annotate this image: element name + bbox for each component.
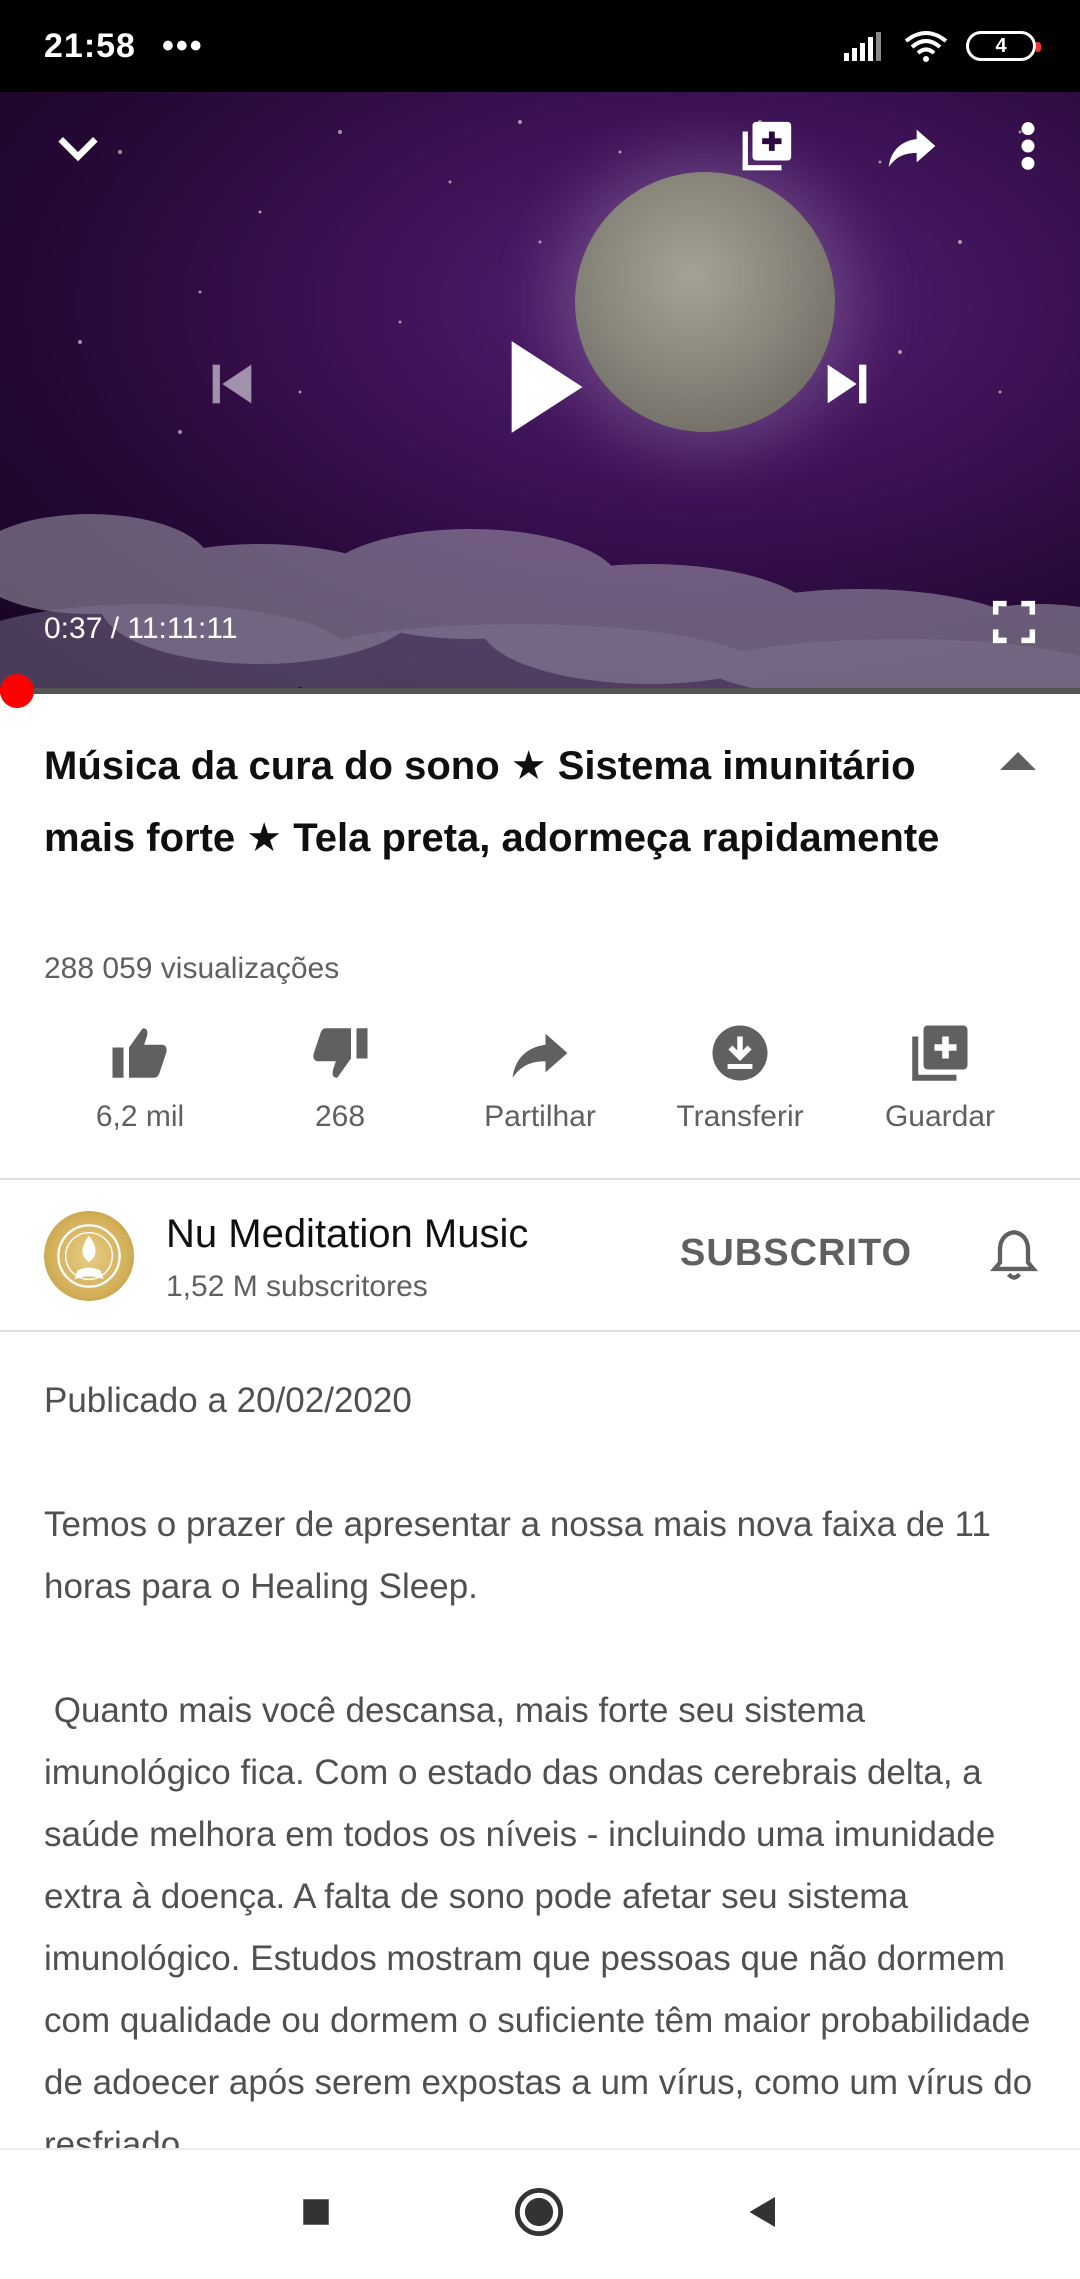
thumbs-up-icon	[112, 1028, 167, 1078]
more-options-button[interactable]	[1004, 114, 1052, 178]
channel-logo-icon	[57, 1224, 121, 1288]
channel-name[interactable]: Nu Meditation Music	[166, 1212, 528, 1257]
minimize-button[interactable]	[50, 120, 106, 176]
system-nav-bar	[0, 2148, 1080, 2279]
description-paragraph: Temos o prazer de apresentar a nossa mai…	[44, 1505, 991, 1606]
description-paragraph: Quanto mais você descansa, mais forte se…	[44, 1691, 1042, 2164]
download-label: Transferir	[676, 1100, 804, 1133]
share-label: Partilhar	[484, 1100, 596, 1133]
thumbs-down-icon	[313, 1028, 368, 1078]
next-button[interactable]	[815, 352, 879, 416]
share-icon	[512, 1033, 568, 1078]
share-button[interactable]	[880, 114, 944, 178]
time-display: 0:37 / 11:11:11	[44, 612, 238, 646]
divider	[0, 1330, 1080, 1332]
like-button[interactable]: 6,2 mil	[50, 1020, 230, 1150]
download-icon	[712, 1025, 768, 1081]
playlist-add-icon	[912, 1025, 968, 1081]
action-bar: 6,2 mil 268 Partilhar Transferir Guardar	[0, 1020, 1080, 1150]
bell-icon	[990, 1230, 1038, 1280]
skip-previous-icon	[212, 364, 252, 404]
playlist-add-icon	[742, 121, 792, 171]
duration: 11:11:11	[127, 612, 238, 645]
time-separator: /	[102, 612, 128, 645]
save-label: Guardar	[884, 1100, 996, 1133]
triangle-back-icon	[749, 2197, 775, 2227]
play-icon	[511, 341, 583, 433]
like-count: 6,2 mil	[95, 1100, 185, 1133]
video-title: Música da cura do sono ★ Sistema imunitá…	[44, 744, 940, 860]
status-time: 21:58	[44, 26, 136, 65]
share-action-button[interactable]: Partilhar	[450, 1020, 630, 1150]
add-to-playlist-button[interactable]	[735, 114, 799, 178]
subscribe-button[interactable]: SUBSCRITO	[680, 1232, 912, 1275]
signal-icon	[844, 32, 881, 61]
video-player[interactable]: 0:37 / 11:11:11	[0, 92, 1080, 694]
circle-icon	[514, 2187, 564, 2237]
view-count: 288 059 visualizações	[44, 952, 340, 985]
status-bar: 21:58 ••• 4	[0, 0, 1080, 92]
download-button[interactable]: Transferir	[650, 1020, 830, 1150]
square-icon	[303, 2199, 329, 2225]
share-icon	[888, 129, 936, 167]
status-icons: 4	[842, 29, 1041, 63]
publish-date: Publicado a 20/02/2020	[44, 1381, 412, 1420]
notification-dots: •••	[161, 26, 204, 65]
chevron-down-icon	[58, 137, 98, 162]
fullscreen-icon	[992, 600, 1036, 644]
home-button[interactable]	[513, 2186, 565, 2243]
channel-row[interactable]: Nu Meditation Music 1,52 M subscritores …	[0, 1182, 1080, 1330]
battery-icon: 4	[966, 31, 1041, 61]
skip-next-icon	[827, 364, 867, 404]
wifi-icon	[904, 31, 948, 62]
channel-avatar[interactable]	[44, 1211, 134, 1301]
dislike-button[interactable]: 268	[250, 1020, 430, 1150]
dislike-count: 268	[314, 1100, 366, 1133]
progress-bar[interactable]	[0, 688, 1080, 694]
subscriber-count: 1,52 M subscritores	[166, 1270, 428, 1303]
back-button[interactable]	[745, 2192, 781, 2237]
play-button[interactable]	[495, 332, 595, 442]
battery-level: 4	[995, 34, 1007, 57]
more-vertical-icon	[1021, 122, 1035, 170]
description: Publicado a 20/02/2020 Temos o prazer de…	[44, 1370, 1034, 2238]
divider	[0, 1178, 1080, 1180]
recents-button[interactable]	[299, 2195, 333, 2234]
progress-scrubber[interactable]	[0, 674, 34, 708]
collapse-description-icon[interactable]	[1000, 752, 1036, 770]
previous-button[interactable]	[200, 352, 264, 416]
save-button[interactable]: Guardar	[850, 1020, 1030, 1150]
video-title-block[interactable]: Música da cura do sono ★ Sistema imunitá…	[44, 730, 944, 874]
fullscreen-button[interactable]	[988, 596, 1040, 648]
notification-bell-button[interactable]	[988, 1228, 1040, 1289]
current-time: 0:37	[44, 612, 103, 645]
